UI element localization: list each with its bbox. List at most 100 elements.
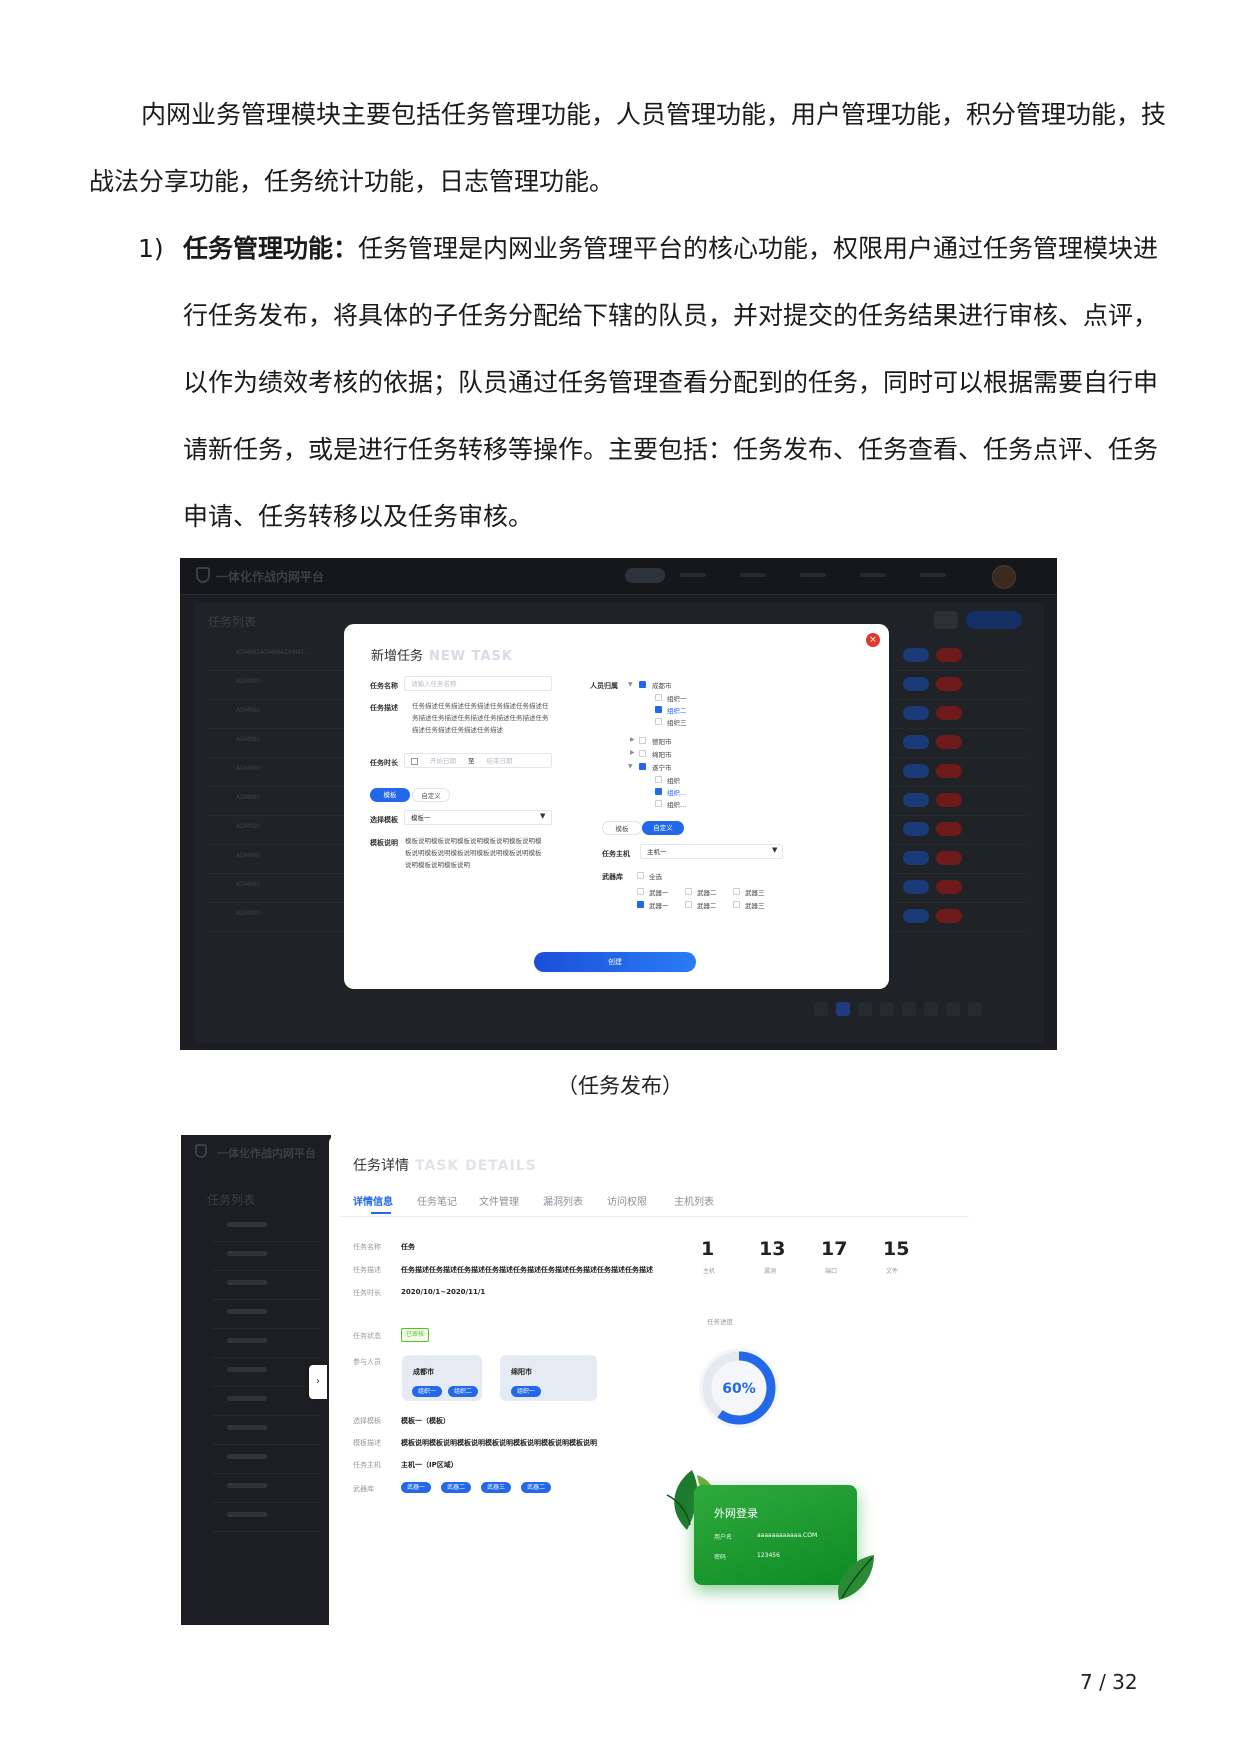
edit-button[interactable]: [903, 822, 929, 836]
nav-tab-active[interactable]: [625, 568, 665, 583]
intro-line-1: 内网业务管理模块主要包括任务管理功能，人员管理功能，用户管理功能，积分管理功能，…: [141, 100, 1167, 129]
tab-vulns[interactable]: 漏洞列表: [543, 1193, 583, 1208]
weapon-label: 武器二: [697, 902, 717, 910]
table-row: [211, 1471, 321, 1503]
pagination[interactable]: [814, 1001, 990, 1020]
delete-button[interactable]: [936, 677, 962, 691]
nav-tab[interactable]: [680, 573, 706, 577]
checkbox-city[interactable]: [639, 750, 646, 757]
delete-button[interactable]: [936, 706, 962, 720]
select-all-checkbox[interactable]: [637, 872, 644, 879]
date-range-picker[interactable]: 开始日期 至 结束日期: [404, 753, 552, 768]
shield-logo-icon: [195, 1144, 207, 1158]
edit-button[interactable]: [903, 880, 929, 894]
tab-template-2[interactable]: 模板: [602, 821, 642, 835]
list-title: 任务列表: [208, 615, 257, 629]
edit-button[interactable]: [903, 851, 929, 865]
table-row: [211, 1239, 321, 1271]
edit-button[interactable]: [903, 677, 929, 691]
weapon-checkbox[interactable]: [685, 901, 692, 908]
task-name-input[interactable]: 请输入任务名称: [404, 676, 552, 691]
template-desc-label: 模板说明: [370, 839, 398, 847]
card-city: 绵阳市: [511, 1368, 532, 1376]
page-5[interactable]: [924, 1002, 938, 1016]
edit-button[interactable]: [903, 764, 929, 778]
arsenal-label: 武器库: [602, 873, 623, 881]
checkbox-group[interactable]: [655, 800, 662, 807]
delete-button[interactable]: [936, 822, 962, 836]
tree-group: 组织一: [667, 695, 687, 703]
nav-tab[interactable]: [740, 573, 766, 577]
delete-button[interactable]: [936, 909, 962, 923]
caret-down-icon[interactable]: ▼: [628, 763, 633, 770]
tab-custom-2[interactable]: 自定义: [642, 821, 684, 835]
page-1[interactable]: [836, 1002, 850, 1016]
card-city: 成都市: [413, 1368, 434, 1376]
weapon-checkbox[interactable]: [637, 888, 644, 895]
checkbox-group[interactable]: [655, 776, 662, 783]
tab-hosts[interactable]: 主机列表: [674, 1193, 714, 1208]
caret-right-icon[interactable]: ▶: [630, 749, 635, 756]
date-separator: 至: [468, 757, 475, 765]
row-placeholder: [227, 1222, 267, 1227]
page-size-select[interactable]: [946, 1002, 960, 1016]
nav-tab[interactable]: [860, 573, 886, 577]
task-desc-textarea[interactable]: 任务描述任务描述任务描述任务描述任务描述任务描述任务描述任务描述任务描述任务描述…: [412, 700, 552, 748]
delete-button[interactable]: [936, 648, 962, 662]
delete-button[interactable]: [936, 880, 962, 894]
create-button[interactable]: 创建: [534, 952, 696, 972]
tab-access[interactable]: 访问权限: [607, 1193, 647, 1208]
details-title: 任务详情 TASK DETAILS: [353, 1158, 537, 1174]
new-task-modal: 新增任务 NEW TASK × 任务名称 请输入任务名称 任务描述 任务描述任务描…: [344, 624, 889, 989]
row-placeholder: [227, 1280, 267, 1285]
edit-button[interactable]: [903, 793, 929, 807]
calendar-icon: [411, 757, 418, 765]
add-task-button[interactable]: [966, 611, 1022, 629]
page-3[interactable]: [880, 1002, 894, 1016]
nav-tab[interactable]: [800, 573, 826, 577]
filter-button[interactable]: [934, 611, 958, 629]
prev-page-icon[interactable]: [814, 1002, 828, 1016]
delete-button[interactable]: [936, 851, 962, 865]
weapon-checkbox[interactable]: [637, 901, 644, 908]
checkbox-chengdu[interactable]: [639, 681, 646, 688]
tab-details[interactable]: 详情信息: [353, 1193, 393, 1208]
checkbox-city[interactable]: [639, 737, 646, 744]
checkbox-group[interactable]: [655, 694, 662, 701]
next-page-icon[interactable]: [968, 1002, 982, 1016]
close-icon[interactable]: ×: [866, 633, 880, 647]
page-2[interactable]: [858, 1002, 872, 1016]
delete-button[interactable]: [936, 764, 962, 778]
checkbox-city[interactable]: [639, 763, 646, 770]
checkbox-group[interactable]: [655, 718, 662, 725]
nav-tab[interactable]: [920, 573, 946, 577]
tab-notes[interactable]: 任务笔记: [417, 1193, 457, 1208]
row-id: ADMIN0: [236, 852, 260, 859]
row-id: ADMIN0: [236, 765, 260, 772]
row-placeholder: [227, 1512, 267, 1517]
avatar[interactable]: [992, 565, 1016, 589]
weapon-checkbox[interactable]: [685, 888, 692, 895]
edit-button[interactable]: [903, 735, 929, 749]
tab-template[interactable]: 模板: [370, 788, 410, 802]
row-id: ADMIN0: [236, 707, 260, 714]
tab-files[interactable]: 文件管理: [479, 1193, 519, 1208]
item-line-2: 行任务发布，将具体的子任务分配给下辖的队员，并对提交的任务结果进行审核、点评，: [183, 301, 1159, 330]
caret-down-icon[interactable]: ▼: [628, 681, 633, 688]
checkbox-group[interactable]: [655, 788, 662, 795]
template-select[interactable]: 模板一: [404, 810, 552, 825]
tab-custom[interactable]: 自定义: [412, 788, 450, 802]
edit-button[interactable]: [903, 648, 929, 662]
edit-button[interactable]: [903, 706, 929, 720]
edit-button[interactable]: [903, 909, 929, 923]
host-select[interactable]: 主机一: [640, 844, 783, 859]
weapon-checkbox[interactable]: [733, 888, 740, 895]
weapon-checkbox[interactable]: [733, 901, 740, 908]
delete-button[interactable]: [936, 735, 962, 749]
page-4[interactable]: [902, 1002, 916, 1016]
collapse-drawer-icon[interactable]: ›: [309, 1365, 327, 1399]
row-placeholder: [227, 1483, 267, 1488]
caret-right-icon[interactable]: ▶: [630, 736, 635, 743]
delete-button[interactable]: [936, 793, 962, 807]
checkbox-group[interactable]: [655, 706, 662, 713]
